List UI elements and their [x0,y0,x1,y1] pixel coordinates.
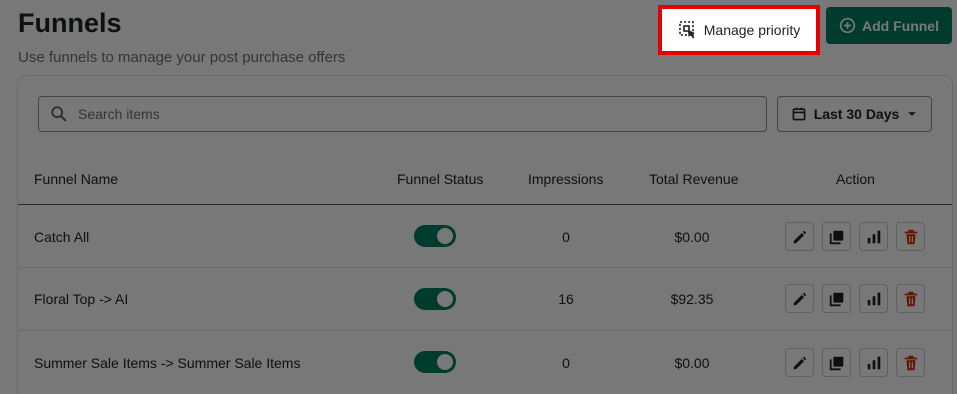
analytics-button[interactable] [859,284,888,313]
date-range-button[interactable]: Last 30 Days [777,96,932,132]
funnel-name: Catch All [34,229,90,245]
toggle-knob [437,354,453,370]
duplicate-button[interactable] [822,222,851,251]
funnel-status-toggle[interactable] [414,351,456,373]
impressions-value: 0 [562,355,570,371]
duplicate-button[interactable] [822,284,851,313]
duplicate-icon [829,356,843,370]
manage-priority-label: Manage priority [703,22,801,38]
column-header-funnel-name: Funnel Name [34,171,119,187]
analytics-icon [867,230,880,243]
column-header-action: Action [836,171,875,187]
revenue-value: $0.00 [674,355,710,371]
funnels-card: Last 30 Days Funnel Name Funnel Status I… [18,76,952,394]
funnel-name: Summer Sale Items -> Summer Sale Items [34,355,301,371]
add-funnel-button[interactable]: Add Funnel [826,7,952,44]
analytics-button[interactable] [859,222,888,251]
search-icon [51,106,67,122]
caret-down-icon [908,112,916,116]
header-divider [18,204,952,205]
funnel-status-toggle[interactable] [414,225,456,247]
revenue-value: $0.00 [674,229,710,245]
duplicate-icon [829,230,843,244]
toggle-knob [437,291,453,307]
calendar-icon [792,107,806,121]
search-input[interactable] [78,106,718,122]
analytics-icon [867,356,880,369]
column-header-impressions: Impressions [528,171,604,187]
delete-icon [904,355,917,370]
funnels-page: Funnels Use funnels to manage your post … [0,0,957,394]
page-title: Funnels [18,8,122,38]
search-field[interactable] [38,96,767,132]
delete-icon [904,229,917,244]
edit-button[interactable] [785,284,814,313]
edit-icon [793,230,806,243]
edit-icon [793,356,806,369]
duplicate-button[interactable] [822,348,851,377]
column-header-funnel-status: Funnel Status [397,171,484,187]
analytics-button[interactable] [859,348,888,377]
impressions-value: 0 [562,229,570,245]
impressions-value: 16 [558,291,574,307]
row-divider [18,267,952,268]
plus-circle-icon [839,17,856,34]
page-subtitle: Use funnels to manage your post purchase… [18,49,346,66]
delete-button[interactable] [896,348,925,377]
revenue-value: $92.35 [670,291,714,307]
delete-icon [904,291,917,306]
add-funnel-label: Add Funnel [862,17,939,34]
toggle-knob [437,228,453,244]
column-header-total-revenue: Total Revenue [649,171,739,187]
delete-button[interactable] [896,222,925,251]
date-range-label: Last 30 Days [813,106,900,122]
funnel-name: Floral Top -> AI [34,291,129,307]
duplicate-icon [829,292,843,306]
funnel-status-toggle[interactable] [414,288,456,310]
edit-button[interactable] [785,348,814,377]
edit-button[interactable] [785,222,814,251]
row-divider [18,330,952,331]
manage-priority-button[interactable]: Manage priority [658,5,820,55]
edit-icon [793,292,806,305]
delete-button[interactable] [896,284,925,313]
analytics-icon [867,292,880,305]
priority-select-icon [678,21,695,39]
